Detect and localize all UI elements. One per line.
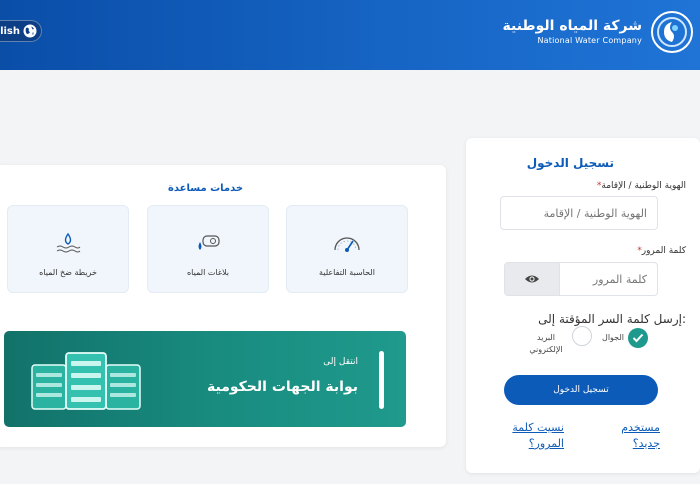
brand-name-arabic: شركة المياه الوطنية xyxy=(502,18,642,34)
language-label: lish xyxy=(0,25,20,37)
toggle-password-visibility[interactable] xyxy=(504,262,560,296)
service-interactive-calculator[interactable]: الحاسبة التفاعلية xyxy=(286,205,408,293)
gov-portal-banner[interactable]: انتقل إلى بوابة الجهات الحكومية xyxy=(4,331,406,427)
gauge-icon xyxy=(334,237,360,252)
send-otp-label: إرسل كلمة السر المؤقتة إلى: xyxy=(538,312,686,326)
service-label: خريطة ضخ المياه xyxy=(39,268,97,277)
login-title: تسجيل الدخول xyxy=(526,156,614,170)
brand[interactable]: شركة المياه الوطنية National Water Compa… xyxy=(503,10,694,54)
nwc-logo-icon xyxy=(651,11,693,53)
new-user-link[interactable]: مستخدم جديد؟ xyxy=(614,420,660,452)
service-label: الحاسبة التفاعلية xyxy=(319,268,375,277)
globe-icon xyxy=(23,24,37,38)
otp-option-mobile[interactable]: الجوال xyxy=(602,328,648,348)
services-title: خدمات مساعدة xyxy=(168,183,244,194)
water-report-icon xyxy=(198,235,220,250)
servers-illustration-icon xyxy=(31,352,141,410)
national-id-input[interactable] xyxy=(500,196,658,230)
password-input[interactable] xyxy=(554,262,658,296)
brand-name-english: National Water Company xyxy=(537,36,642,45)
login-submit-button[interactable]: تسجيل الدخول xyxy=(504,375,658,405)
service-water-reports[interactable]: بلاغات المياه xyxy=(147,205,269,293)
otp-option-label: البريد الإلكتروني xyxy=(529,333,563,354)
gov-portal-title: بوابة الجهات الحكومية xyxy=(207,379,358,395)
help-services-card: خدمات مساعدة الحاسبة التفاعلية بلاغات ال… xyxy=(0,165,446,447)
banner-accent-bar xyxy=(379,351,384,409)
id-field-label: *الهوية الوطنية / الإقامة xyxy=(596,181,686,191)
top-header: lish شركة المياه الوطنية National Water … xyxy=(0,0,700,70)
otp-option-email[interactable]: البريد الإلكتروني xyxy=(524,326,592,356)
gov-portal-subtitle: انتقل إلى xyxy=(323,357,358,367)
eye-icon xyxy=(525,275,539,283)
checkmark-icon xyxy=(632,333,644,343)
forgot-password-link[interactable]: نسيت كلمة المرور؟ xyxy=(504,420,564,452)
radio-unchecked[interactable] xyxy=(572,326,592,346)
otp-option-label: الجوال xyxy=(602,333,624,342)
service-label: بلاغات المياه xyxy=(186,268,230,277)
radio-checked[interactable] xyxy=(628,328,648,348)
service-water-pumping-map[interactable]: خريطة ضخ المياه xyxy=(7,205,129,293)
password-field-label: *كلمة المرور xyxy=(637,246,686,256)
water-map-icon xyxy=(56,232,81,253)
language-toggle-button[interactable]: lish xyxy=(0,20,42,42)
